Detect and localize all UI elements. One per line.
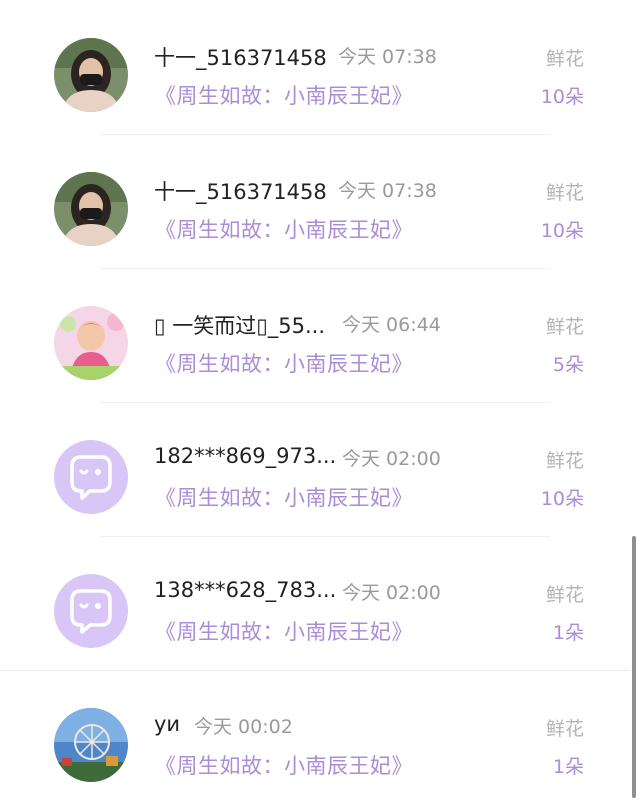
gift-type-label: 鲜花 [545, 316, 584, 338]
gift-time: 今天 02:00 [342, 582, 441, 604]
gift-time: 今天 07:38 [338, 46, 437, 68]
gift-type-label: 鲜花 [545, 48, 584, 70]
avatar[interactable] [54, 38, 128, 112]
masked-girl-avatar-icon [54, 172, 128, 246]
gift-type-label: 鲜花 [545, 718, 584, 740]
book-title-link[interactable]: 《周生如故：小南辰王妃》 [155, 616, 413, 646]
gift-record-list: 十一_516371458 今天 07:38 《周生如故：小南辰王妃》 鲜花 10… [0, 0, 640, 798]
user-name[interactable]: 138***628_783... [154, 578, 336, 602]
avatar[interactable] [54, 440, 128, 514]
user-name[interactable]: 十一_516371458 [154, 42, 327, 72]
list-item[interactable]: 182***869_973... 今天 02:00 《周生如故：小南辰王妃》 鲜… [0, 402, 630, 537]
book-title-link[interactable]: 《周生如故：小南辰王妃》 [155, 80, 413, 110]
user-name[interactable]: yи [154, 712, 180, 736]
gift-count: 10朵 [540, 86, 584, 108]
scrollbar[interactable] [632, 536, 636, 798]
gift-time: 今天 00:02 [194, 716, 293, 738]
gift-type-label: 鲜花 [545, 450, 584, 472]
gift-count: 10朵 [540, 220, 584, 242]
book-title-link[interactable]: 《周生如故：小南辰王妃》 [155, 348, 413, 378]
gift-time: 今天 02:00 [342, 448, 441, 470]
gift-time: 今天 06:44 [342, 314, 441, 336]
gift-count: 1朵 [552, 622, 584, 644]
book-title-link[interactable]: 《周生如故：小南辰王妃》 [155, 214, 413, 244]
avatar[interactable] [54, 574, 128, 648]
user-name[interactable]: 十一_516371458 [154, 176, 327, 206]
list-item[interactable]: yи 今天 00:02 《周生如故：小南辰王妃》 鲜花 1朵 [0, 670, 630, 805]
gift-type-label: 鲜花 [545, 584, 584, 606]
list-item[interactable]: 十一_516371458 今天 07:38 《周生如故：小南辰王妃》 鲜花 10… [0, 134, 630, 269]
gift-count: 5朵 [552, 354, 584, 376]
list-item[interactable]: 138***628_783... 今天 02:00 《周生如故：小南辰王妃》 鲜… [0, 536, 630, 671]
gift-time: 今天 07:38 [338, 180, 437, 202]
list-item[interactable]: 十一_516371458 今天 07:38 《周生如故：小南辰王妃》 鲜花 10… [0, 0, 630, 135]
avatar[interactable] [54, 306, 128, 380]
baby-photo-avatar-icon [54, 306, 128, 380]
book-title-link[interactable]: 《周生如故：小南辰王妃》 [155, 482, 413, 512]
user-name[interactable]: ▯ 一笑而过▯_55... [154, 310, 325, 340]
gift-type-label: 鲜花 [545, 182, 584, 204]
book-title-link[interactable]: 《周生如故：小南辰王妃》 [155, 750, 413, 780]
gift-count: 1朵 [552, 756, 584, 778]
list-item[interactable]: ▯ 一笑而过▯_55... 今天 06:44 《周生如故：小南辰王妃》 鲜花 5… [0, 268, 630, 403]
masked-girl-avatar-icon [54, 38, 128, 112]
gift-count: 10朵 [540, 488, 584, 510]
user-name[interactable]: 182***869_973... [154, 444, 336, 468]
avatar[interactable] [54, 708, 128, 782]
default-chat-avatar-icon [54, 574, 128, 648]
avatar[interactable] [54, 172, 128, 246]
ferris-wheel-avatar-icon [54, 708, 128, 782]
default-chat-avatar-icon [54, 440, 128, 514]
